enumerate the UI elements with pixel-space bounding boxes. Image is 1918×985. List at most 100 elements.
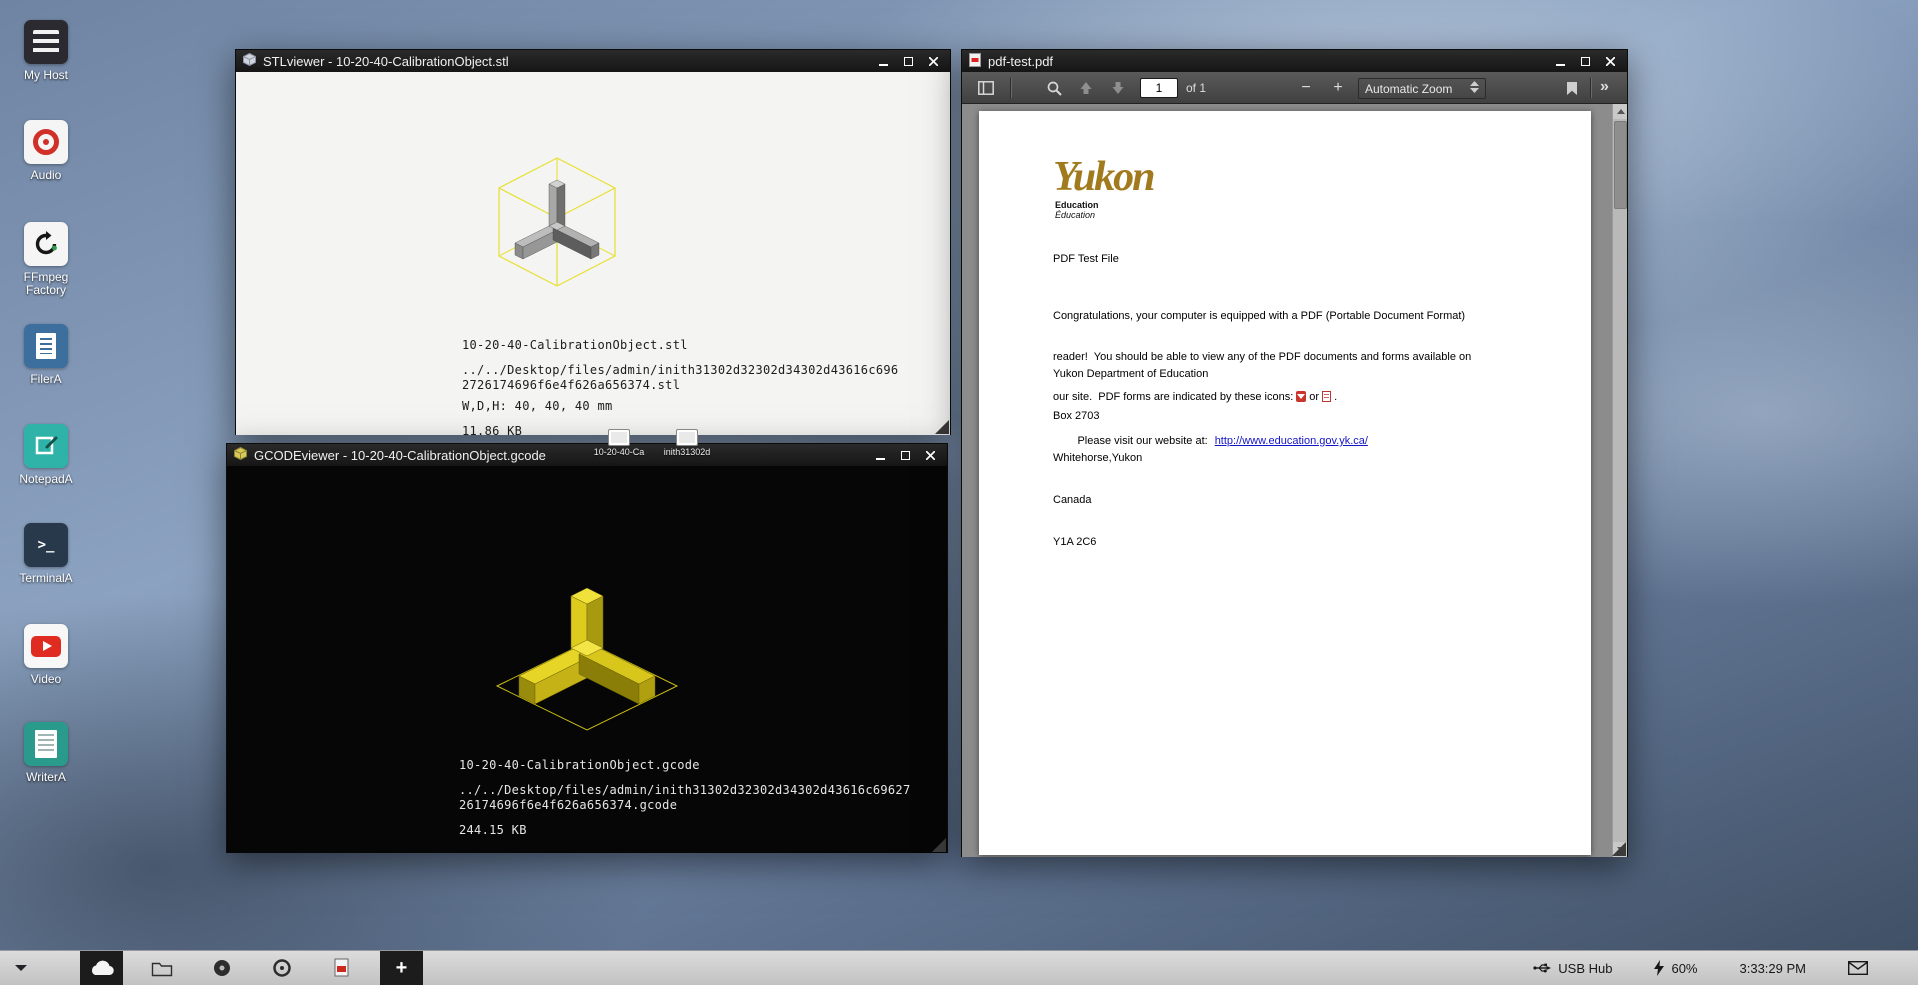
close-button[interactable] <box>921 447 940 463</box>
folder-icon <box>151 960 173 977</box>
minimize-button[interactable] <box>874 53 893 69</box>
disc-icon <box>212 958 232 978</box>
taskbar-collapse-button[interactable] <box>14 964 28 972</box>
resize-grip[interactable] <box>932 838 946 852</box>
sidebar-toggle-button[interactable] <box>972 75 1000 101</box>
pdf-content-area: Yukon Education Éducation PDF Test File … <box>962 104 1627 857</box>
scrollbar-thumb[interactable] <box>1614 121 1627 209</box>
window-title: pdf-test.pdf <box>988 54 1053 69</box>
search-icon <box>1047 81 1062 96</box>
address-line: Box 2703 <box>1053 409 1208 423</box>
terminal-prompt-glyph: >_ <box>38 537 55 553</box>
window-title: GCODEviewer - 10-20-40-CalibrationObject… <box>254 448 546 463</box>
desktop-icon-writer[interactable]: WriterA <box>10 722 82 784</box>
next-page-button[interactable] <box>1104 75 1132 101</box>
notepad-icon[interactable] <box>24 424 68 468</box>
taskbar-add-button[interactable]: + <box>380 951 423 985</box>
writer-icon[interactable] <box>24 722 68 766</box>
file-manager-icon[interactable] <box>24 324 68 368</box>
maximize-button[interactable] <box>899 53 918 69</box>
gcode-filename: 10-20-40-CalibrationObject.gcode <box>459 758 910 773</box>
zoom-select[interactable]: Automatic Zoom <box>1358 78 1486 99</box>
desktop-file[interactable]: 10-20-40-Ca <box>584 429 654 457</box>
bookmark-button[interactable] <box>1558 75 1586 101</box>
pdf-page: Yukon Education Éducation PDF Test File … <box>979 111 1591 855</box>
desktop-icon-notepad[interactable]: NotepadA <box>10 424 82 486</box>
maximize-button[interactable] <box>896 447 915 463</box>
yukon-logo-text: Yukon <box>1053 157 1154 197</box>
chevron-updown-icon <box>1470 81 1479 96</box>
address-line: Canada <box>1053 493 1208 507</box>
gcode-3d-viewport[interactable]: 10-20-40-CalibrationObject.gcode ../../D… <box>227 466 947 853</box>
desktop-icon-label: Audio <box>10 169 82 182</box>
gcode-file-path: ../../Desktop/files/admin/inith31302d323… <box>459 783 910 798</box>
desktop-icon-filer[interactable]: FilerA <box>10 324 82 386</box>
mail-button[interactable] <box>1848 961 1868 975</box>
stl-filename: 10-20-40-CalibrationObject.stl <box>462 338 898 353</box>
pdf-toolbar: of 1 − + Automatic Zoom » <box>962 72 1627 104</box>
resize-grip[interactable] <box>935 420 949 434</box>
address-line: Y1A 2C6 <box>1053 535 1208 549</box>
ffmpeg-icon[interactable] <box>24 222 68 266</box>
file-label: 10-20-40-Ca <box>584 447 654 457</box>
zoom-out-button[interactable]: − <box>1292 75 1320 101</box>
window-title: STLviewer - 10-20-40-CalibrationObject.s… <box>263 54 509 69</box>
desktop-icon-label: My Host <box>10 69 82 82</box>
minimize-button[interactable] <box>1551 53 1570 69</box>
gcode-model-render <box>467 574 707 744</box>
taskbar-app-files[interactable] <box>80 951 123 985</box>
page-number-input[interactable] <box>1140 78 1178 98</box>
previous-page-button[interactable] <box>1072 75 1100 101</box>
stl-window-titlebar[interactable]: STLviewer - 10-20-40-CalibrationObject.s… <box>236 50 950 72</box>
desktop-icon-label: FFmpeg Factory <box>10 271 82 297</box>
close-button[interactable] <box>1601 53 1620 69</box>
website-link[interactable]: http://www.education.gov.yk.ca/ <box>1215 435 1368 447</box>
plus-icon: + <box>396 958 408 978</box>
scroll-up-arrow[interactable] <box>1613 104 1627 119</box>
cloud-icon <box>89 959 115 977</box>
pdf-window-titlebar[interactable]: pdf-test.pdf <box>962 50 1627 72</box>
find-button[interactable] <box>1040 75 1068 101</box>
gcode-file-path: 26174696f6e4f626a656374.gcode <box>459 798 910 813</box>
pdf-doc-heading: PDF Test File <box>1053 253 1119 265</box>
usb-status: USB Hub <box>1533 961 1612 976</box>
gcode-file-size: 244.15 KB <box>459 823 910 838</box>
desktop-icon-terminal[interactable]: >_ TerminalA <box>10 523 82 585</box>
desktop-icon-ffmpeg[interactable]: FFmpeg Factory <box>10 222 82 297</box>
toolbar-overflow-button[interactable]: » <box>1600 78 1609 96</box>
scrollbar[interactable] <box>1612 104 1627 857</box>
zoom-in-button[interactable]: + <box>1324 75 1352 101</box>
desktop-icon-label: FilerA <box>10 373 82 386</box>
desktop-file[interactable]: inith31302d <box>652 429 722 457</box>
gcode-app-icon <box>234 447 247 463</box>
taskbar-app-media2[interactable] <box>260 951 303 985</box>
desktop-icon-label: WriterA <box>10 771 82 784</box>
maximize-button[interactable] <box>1576 53 1595 69</box>
chevron-down-icon <box>14 964 28 972</box>
desktop-icon-audio[interactable]: Audio <box>10 120 82 182</box>
close-button[interactable] <box>924 53 943 69</box>
file-icon <box>676 429 698 446</box>
terminal-icon[interactable]: >_ <box>24 523 68 567</box>
yukon-logo-sub: Éducation <box>1055 210 1154 220</box>
arrow-down-icon <box>1111 81 1125 95</box>
audio-icon[interactable] <box>24 120 68 164</box>
acrobat-file-icon <box>1296 391 1306 402</box>
stl-3d-viewport[interactable]: 10-20-40-CalibrationObject.stl ../../Des… <box>236 72 950 435</box>
yukon-logo: Yukon Education Éducation <box>1053 157 1154 220</box>
file-icon <box>608 429 630 446</box>
bookmark-icon <box>1566 81 1578 96</box>
desktop-icon-video[interactable]: Video <box>10 624 82 686</box>
host-icon[interactable] <box>24 20 68 64</box>
desktop-icon-label: Video <box>10 673 82 686</box>
taskbar-app-media[interactable] <box>200 951 243 985</box>
clock: 3:33:29 PM <box>1740 961 1807 976</box>
video-icon[interactable] <box>24 624 68 668</box>
taskbar-app-pdf[interactable] <box>320 951 363 985</box>
gcode-viewer-window: GCODEviewer - 10-20-40-CalibrationObject… <box>226 443 948 853</box>
desktop-icon-my-host[interactable]: My Host <box>10 20 82 82</box>
resize-grip[interactable] <box>1612 842 1626 856</box>
battery-label: 60% <box>1671 961 1697 976</box>
taskbar-app-folder[interactable] <box>140 951 183 985</box>
minimize-button[interactable] <box>871 447 890 463</box>
